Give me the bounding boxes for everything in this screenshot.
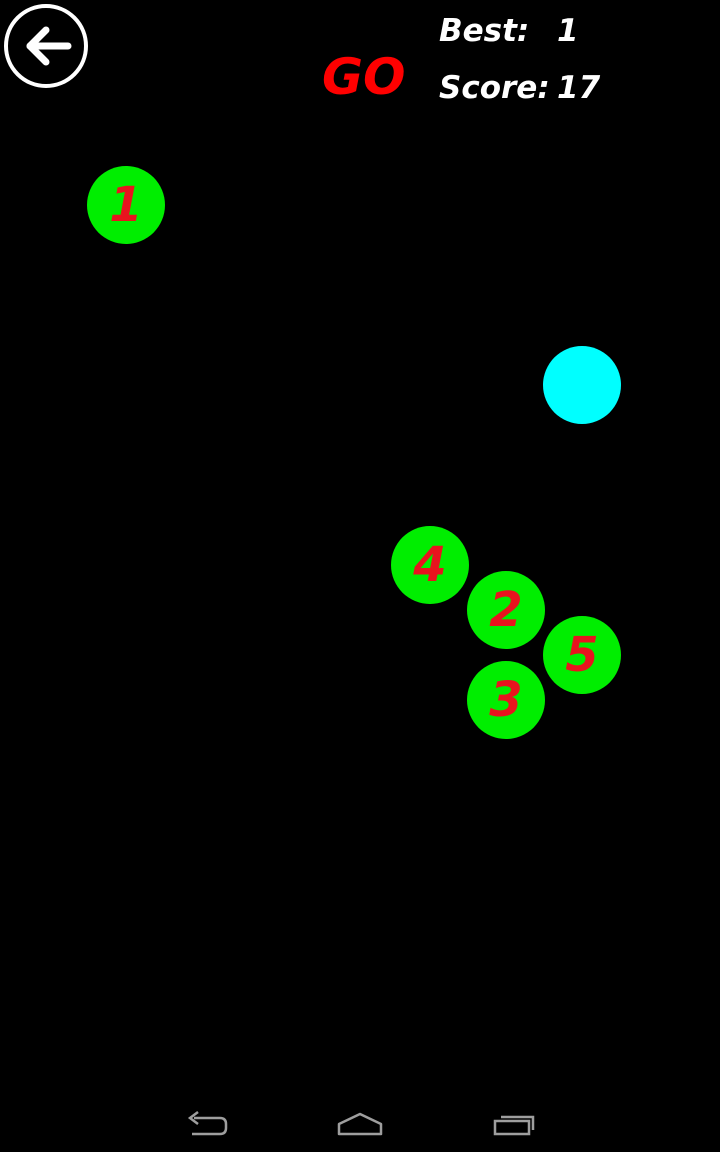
ball-number: 1 — [109, 177, 143, 233]
number-ball-4[interactable]: 4 — [391, 526, 469, 604]
number-ball-1[interactable]: 1 — [87, 166, 165, 244]
best-value: 1 — [557, 13, 579, 49]
number-ball-3[interactable]: 3 — [467, 661, 545, 739]
nav-back-button[interactable] — [176, 1104, 236, 1146]
number-ball-2[interactable]: 2 — [467, 571, 545, 649]
ball-number: 4 — [413, 537, 447, 593]
best-label: Best: — [439, 13, 530, 49]
arrow-left-icon — [26, 26, 72, 66]
score-value: 17 — [557, 70, 601, 106]
status-text: GO — [322, 48, 406, 106]
nav-back-icon — [187, 1111, 228, 1136]
ball-number: 2 — [489, 582, 523, 638]
nav-recent-apps-icon — [493, 1115, 535, 1136]
score-label: Score: — [439, 70, 550, 106]
nav-home-button[interactable] — [330, 1104, 390, 1146]
ball-number: 3 — [489, 672, 523, 728]
nav-home-icon — [337, 1112, 383, 1136]
ball-number: 5 — [565, 627, 599, 683]
back-button[interactable] — [4, 4, 88, 88]
nav-recent-apps-button[interactable] — [485, 1104, 545, 1146]
player-ball[interactable] — [543, 346, 621, 424]
number-ball-5[interactable]: 5 — [543, 616, 621, 694]
